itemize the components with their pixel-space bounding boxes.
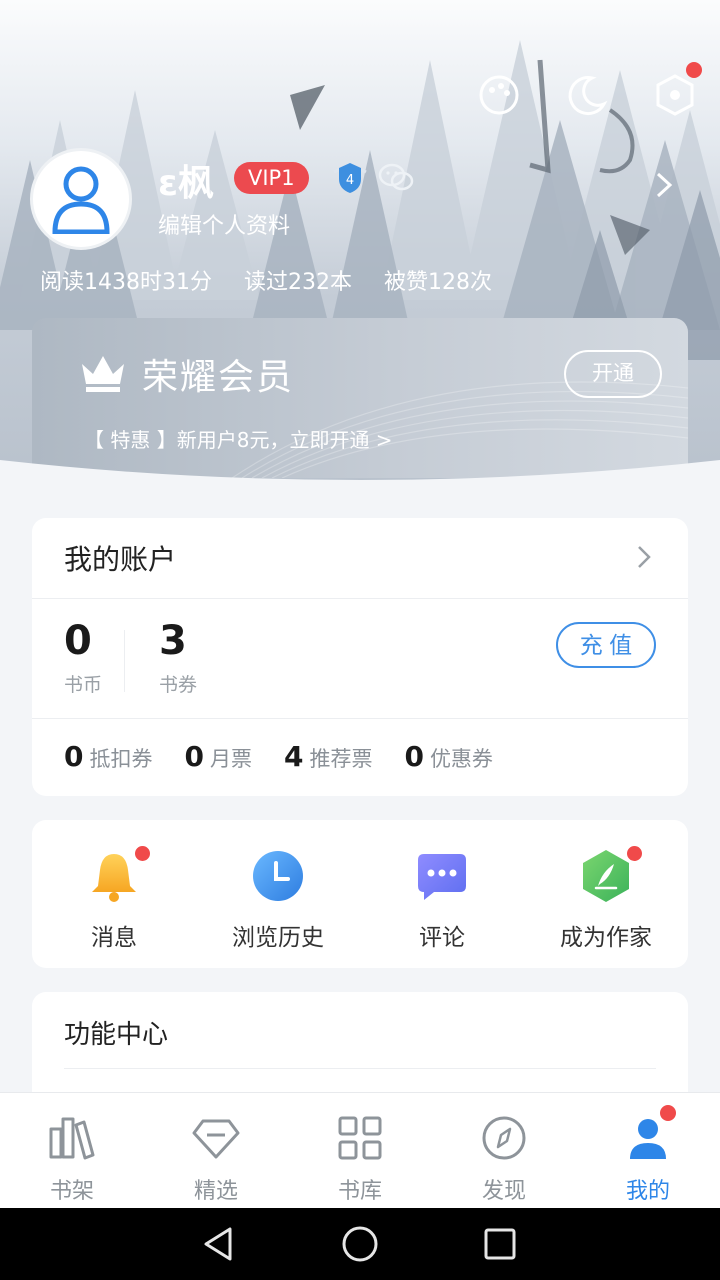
divider	[32, 598, 688, 599]
compass-icon	[482, 1116, 526, 1160]
recharge-button[interactable]: 充 值	[556, 622, 656, 668]
diamond-icon	[192, 1119, 240, 1159]
messages-label: 消息	[91, 925, 137, 951]
comments-action[interactable]: 评论	[360, 848, 524, 952]
reading-stats: 阅读1438时31分 读过232本 被赞128次	[40, 264, 492, 296]
quick-actions-card: 消息 浏览历史 评论 成为作家	[32, 820, 688, 968]
nav-featured[interactable]: 精选	[144, 1093, 288, 1208]
nav-featured-label: 精选	[193, 1179, 238, 1204]
tickets-row: 0 抵扣券 0 月票 4 推荐票 0 优惠券	[64, 740, 493, 773]
comments-label: 评论	[419, 925, 465, 951]
become-writer-label: 成为作家	[560, 925, 652, 951]
vouchers-label: 书券	[159, 674, 198, 696]
home-circle-icon[interactable]	[340, 1224, 380, 1264]
account-card: 我的账户 0 书币 3 书券 充 值 0 抵扣券 0 月票 4 推荐票 0 优惠券	[32, 518, 688, 796]
level-number: 4	[346, 173, 354, 188]
bell-icon	[92, 854, 136, 902]
me-notification-dot	[660, 1105, 676, 1121]
coins-label: 书币	[64, 674, 103, 696]
chevron-right-icon[interactable]	[636, 544, 652, 570]
bookshelf-icon	[49, 1117, 95, 1160]
ticket-deduction[interactable]: 0 抵扣券	[64, 740, 152, 773]
books-read-stat: 读过232本	[243, 270, 352, 295]
recents-square-icon[interactable]	[480, 1224, 520, 1264]
reading-time-stat: 阅读1438时31分	[40, 270, 212, 295]
profile-row[interactable]: ε枫 VIP1 4 编辑个人资料	[30, 148, 690, 258]
pen-hexagon-icon	[583, 850, 629, 902]
crown-icon	[82, 356, 124, 392]
default-avatar-icon	[52, 166, 110, 234]
user-name: ε枫	[158, 163, 215, 204]
coins-value: 0	[64, 618, 92, 664]
coins-balance[interactable]: 0 书币	[64, 618, 102, 697]
bottom-nav: 书架 精选 书库 发现 我的	[0, 1092, 720, 1208]
chat-bubble-icon	[418, 854, 466, 900]
vip-title: 荣耀会员	[142, 357, 295, 398]
chevron-right-icon[interactable]	[652, 170, 676, 200]
settings-notification-dot	[686, 62, 702, 78]
vouchers-balance[interactable]: 3 书券	[159, 618, 197, 697]
nav-me[interactable]: 我的	[576, 1093, 720, 1208]
clock-icon	[253, 851, 303, 901]
wechat-icon	[378, 163, 414, 191]
divider	[32, 718, 688, 719]
header-curve	[0, 460, 720, 480]
become-writer-action[interactable]: 成为作家	[524, 846, 688, 952]
history-label: 浏览历史	[232, 925, 324, 951]
likes-stat: 被赞128次	[383, 270, 492, 295]
edit-profile-link[interactable]: 编辑个人资料	[158, 208, 290, 240]
messages-action[interactable]: 消息	[32, 846, 196, 952]
theme-palette-icon[interactable]	[476, 72, 522, 118]
divider	[64, 1068, 656, 1069]
level-shield-icon: 4	[333, 163, 367, 193]
header-actions	[476, 62, 702, 118]
nav-bookshelf[interactable]: 书架	[0, 1093, 144, 1208]
grid-icon	[338, 1116, 382, 1160]
ticket-recommend[interactable]: 4 推荐票	[284, 740, 372, 773]
history-action[interactable]: 浏览历史	[196, 848, 360, 952]
settings-hexagon-icon[interactable]	[652, 62, 702, 118]
divider	[124, 630, 125, 692]
nav-library[interactable]: 书库	[288, 1093, 432, 1208]
nav-library-label: 书库	[337, 1179, 382, 1204]
ticket-monthly[interactable]: 0 月票	[184, 740, 251, 773]
vip-level-badge: VIP1	[234, 162, 309, 194]
nav-me-label: 我的	[625, 1179, 670, 1204]
nav-bookshelf-label: 书架	[49, 1179, 94, 1204]
nav-discover[interactable]: 发现	[432, 1093, 576, 1208]
vip-open-button[interactable]: 开通	[564, 350, 662, 398]
back-triangle-icon[interactable]	[200, 1224, 240, 1264]
night-mode-moon-icon[interactable]	[564, 72, 610, 118]
account-title[interactable]: 我的账户	[64, 538, 176, 578]
avatar[interactable]	[30, 148, 132, 250]
vouchers-value: 3	[159, 618, 187, 664]
nav-discover-label: 发现	[481, 1179, 526, 1204]
ticket-coupon[interactable]: 0 优惠券	[404, 740, 492, 773]
function-center-title: 功能中心	[64, 1020, 169, 1050]
profile-header: ε枫 VIP1 4 编辑个人资料 阅读1438时31分 读过232本 被赞128…	[0, 0, 720, 480]
system-nav-bar	[0, 1208, 720, 1280]
writer-notification-dot	[627, 846, 642, 861]
messages-notification-dot	[135, 846, 150, 861]
